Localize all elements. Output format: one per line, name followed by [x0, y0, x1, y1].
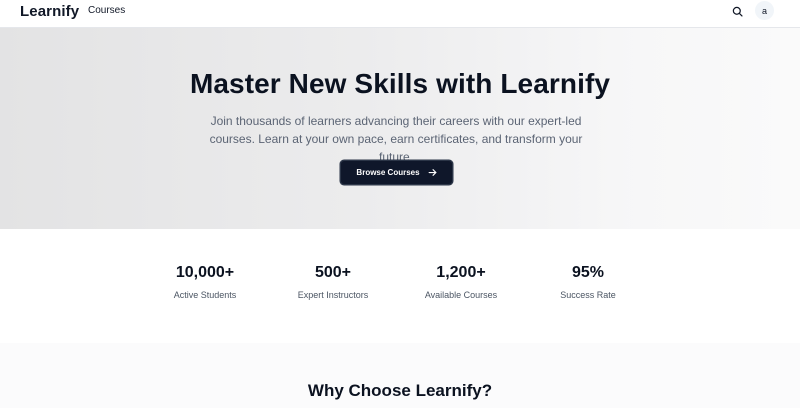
user-avatar[interactable]: a	[755, 1, 774, 20]
stat-success-rate: 95% Success Rate	[518, 263, 658, 300]
nav-link-courses[interactable]: Courses	[88, 5, 125, 16]
stat-value: 1,200+	[436, 264, 486, 281]
browse-courses-button[interactable]: Browse Courses	[341, 161, 452, 184]
stat-label: Expert Instructors	[297, 290, 369, 300]
arrow-right-icon	[428, 168, 437, 177]
hero-subtitle-line-1: Join thousands of learners advancing the…	[210, 114, 582, 128]
hero-title: Master New Skills with Learnify	[189, 68, 611, 99]
stat-expert-instructors: 500+ Expert Instructors	[263, 263, 403, 300]
stat-value: 500+	[314, 264, 352, 281]
stat-available-courses: 1,200+ Available Courses	[391, 263, 531, 300]
search-button[interactable]	[729, 3, 745, 19]
brand-logo[interactable]: Learnify	[20, 3, 79, 20]
stat-active-students: 10,000+ Active Students	[135, 263, 275, 300]
top-navbar: Learnify Courses a	[0, 0, 800, 28]
stat-label: Active Students	[173, 290, 237, 300]
search-icon	[732, 6, 743, 17]
browse-courses-label: Browse Courses	[356, 168, 420, 177]
stat-value: 95%	[571, 264, 605, 281]
hero-subtitle: Join thousands of learners advancing the…	[196, 112, 596, 166]
why-choose-title: Why Choose Learnify?	[307, 381, 493, 400]
stat-label: Success Rate	[560, 290, 616, 300]
stats-section: 10,000+ Active Students 500+ Expert Inst…	[0, 229, 800, 343]
stat-value: 10,000+	[175, 264, 235, 281]
hero-section: Master New Skills with Learnify Join tho…	[0, 28, 800, 229]
why-choose-section: Why Choose Learnify?	[0, 343, 800, 408]
stat-label: Available Courses	[424, 290, 498, 300]
